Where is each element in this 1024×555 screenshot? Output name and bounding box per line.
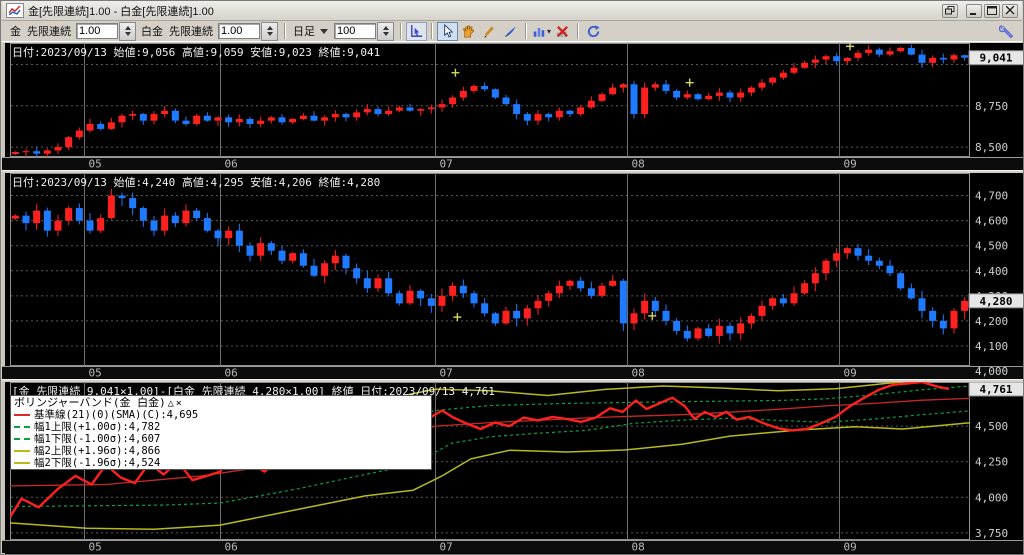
legend-swatch [14,438,30,440]
toolbar: 金 先限連続 白金 先限連続 日足 ▾ [2,21,1022,42]
legend-swatch [14,426,30,428]
month-axis-label: 09 [844,158,857,171]
month-axis-label: 05 [89,158,102,171]
month-axis-label: 07 [440,367,453,380]
toolbar-separator [284,23,286,39]
clear-chart-icon[interactable] [552,22,573,41]
gold-series-label: 先限連続 [27,23,71,39]
month-axis-label: 08 [632,367,645,380]
legend-row: 幅1上限(+1.00σ):4,782 [11,421,431,433]
platinum-chart-panel[interactable]: 05060708094,7004,6004,5004,4004,3004,200… [2,173,1024,379]
y-axis-tick-label: 4,500 [975,240,1008,253]
legend-row: 幅1下限(-1.00σ):4,607 [11,433,431,445]
legend-swatch [14,450,30,452]
minimize-button[interactable] [966,4,982,18]
month-axis-label: 06 [225,158,238,171]
y-axis-tick-label: 8,750 [975,100,1008,113]
platinum-multiplier-stepper[interactable] [261,22,278,41]
candles [12,189,968,344]
quill-icon[interactable] [500,22,521,41]
toolbar-separator [525,23,527,39]
bollinger-legend: ボリンジャーバンド(金 白金)△× 基準線(21)(0)(SMA)(C):4,6… [10,395,432,470]
month-axis-label: 08 [632,541,645,554]
refresh-icon[interactable] [583,22,604,41]
gold-symbol-label: 金 [10,23,21,39]
bollinger-legend-title: ボリンジャーバンド(金 白金)△× [11,396,431,409]
window-title: 金[先限連続]1.00 - 白金[先限連続]1.00 [28,3,214,19]
legend-swatch [14,462,30,464]
restore-button[interactable] [942,4,958,18]
y-axis-tick-label: 4,250 [975,456,1008,469]
y-axis-tick-label: 4,100 [975,340,1008,353]
month-axis-label: 06 [225,541,238,554]
chart-app-icon [6,3,24,18]
chart-type-icon[interactable]: ▾ [531,22,552,41]
period-dropdown[interactable] [320,29,328,34]
titlebar[interactable]: 金[先限連続]1.00 - 白金[先限連続]1.00 [2,1,1022,21]
close-button[interactable] [1002,4,1018,18]
toolbar-separator [577,23,579,39]
month-axis-label: 06 [225,367,238,380]
legend-row: 幅2上限(+1.96σ):4,866 [11,445,431,457]
y-axis-tick-label: 4,700 [975,190,1008,203]
gold-multiplier-input[interactable] [76,23,118,39]
bar-count-stepper[interactable] [377,22,394,41]
hand-icon[interactable] [458,22,479,41]
y-axis-tick-label: 4,600 [975,215,1008,228]
platinum-series-label: 先限連続 [169,23,213,39]
platinum-futures-daily-svg[interactable]: 05060708094,7004,6004,5004,4004,3004,200… [2,173,1024,379]
toolbar-separator [431,23,433,39]
bar-count-input[interactable] [334,23,376,39]
chart-cursor-icon[interactable] [406,22,427,41]
legend-row: 幅2下限(-1.96σ):4,524 [11,457,431,469]
y-axis-tick-label: 4,000 [975,491,1008,504]
legend-row: 基準線(21)(0)(SMA)(C):4,695 [11,409,431,421]
spread-chart-panel[interactable]: 05060708094,5004,2504,0003,7504,761 [金 先… [2,382,1024,553]
svg-text:4,280: 4,280 [979,295,1012,308]
month-axis-label: 05 [89,541,102,554]
y-axis-tick-label: 4,000 [975,365,1008,378]
month-axis-label: 08 [632,158,645,171]
pencil-icon[interactable] [479,22,500,41]
platinum-symbol-label: 白金 [141,23,163,39]
maximize-button[interactable] [984,4,1000,18]
app-window: 金[先限連続]1.00 - 白金[先限連続]1.00 金 先限連続 白金 先限連… [0,0,1024,555]
gold-futures-daily-svg[interactable]: 05 06 07 08 09 8,750 8,500 9,041 [2,43,1024,170]
month-axis-label: 07 [440,158,453,171]
y-axis-tick-label: 8,500 [975,141,1008,154]
platinum-multiplier-input[interactable] [218,23,260,39]
gold-multiplier-stepper[interactable] [119,22,136,41]
candles [12,45,968,158]
select-icon[interactable] [437,22,458,41]
platinum-ohlc-readout: 日付:2023/09/13 始値:4,240 高値:4,295 安値:4,206… [12,174,380,190]
settings-wrench-icon[interactable] [996,22,1017,41]
chart-area: 05 06 07 08 09 8,750 8,500 9,041 日付:2023/09/13 … [2,43,1024,555]
y-axis-tick-label: 4,500 [975,420,1008,433]
svg-text:9,041: 9,041 [979,52,1012,65]
gold-chart-panel[interactable]: 05 06 07 08 09 8,750 8,500 9,041 日付:2023/09/13 … [2,43,1024,170]
month-axis-label: 05 [89,367,102,380]
legend-swatch [14,414,30,416]
month-axis-label: 09 [844,541,857,554]
window-controls [942,4,1018,18]
month-axis-label: 09 [844,367,857,380]
y-axis-tick-label: 4,200 [975,315,1008,328]
svg-text:4,761: 4,761 [979,383,1012,396]
y-axis-tick-label: 4,400 [975,265,1008,278]
gold-ohlc-readout: 日付:2023/09/13 始値:9,056 高値:9,059 安値:9,023… [12,44,380,60]
month-axis-label: 07 [440,541,453,554]
period-dropdown-label: 日足 [293,23,315,39]
y-axis-tick-label: 3,750 [975,527,1008,540]
toolbar-separator [400,23,402,39]
